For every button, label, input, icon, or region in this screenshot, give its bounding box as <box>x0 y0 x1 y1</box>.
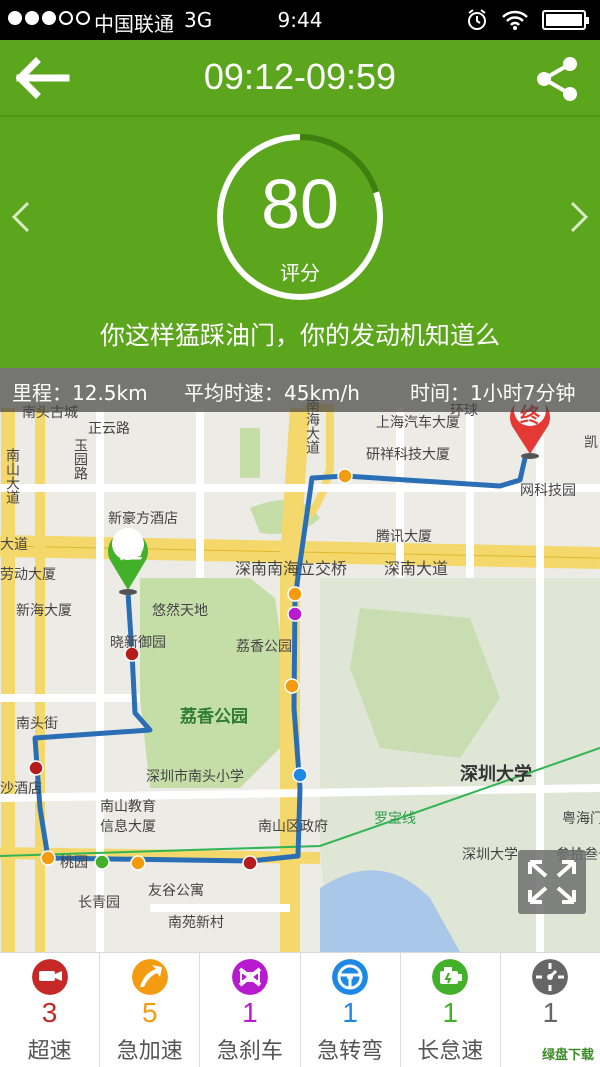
event-tabs: 3 超速 5 急加速 1 急刹车 1 急转弯 1 长怠速 1 绿盘下载 <box>0 952 600 1067</box>
hard-brake-count: 1 <box>242 997 258 1028</box>
map-label: 南山大道 <box>4 448 20 504</box>
trip-avg-speed: 平均时速：45km/h <box>184 381 360 405</box>
map-label: 悠然天地 <box>152 603 208 619</box>
tab-hard-brake[interactable]: 1 急刹车 <box>200 953 301 1067</box>
score-panel: 80 评分 你这样猛踩油门，你的发动机知道么 <box>0 117 600 368</box>
clock-icon <box>532 959 569 995</box>
hard-brake-label: 急刹车 <box>216 1039 283 1064</box>
map-label: 桃园 <box>60 855 88 871</box>
trip-time-range: 09:12-09:59 <box>203 56 397 97</box>
steering-wheel-icon <box>332 959 369 995</box>
map-label: 南山教育信息大厦 <box>100 799 156 835</box>
map-label: 研祥科技大厦 <box>366 447 450 463</box>
acceleration-count: 5 <box>141 997 158 1028</box>
chevron-right-icon[interactable] <box>564 197 594 237</box>
map-label: 玉园路 <box>72 438 88 480</box>
speeding-camera-icon <box>31 959 68 995</box>
map-base <box>0 394 600 952</box>
map-label: 沙酒店 <box>0 781 42 797</box>
wifi-icon <box>502 10 528 30</box>
hard-brake-icon <box>231 959 268 995</box>
sharp-turn-label: 急转弯 <box>317 1039 384 1064</box>
tab-speeding[interactable]: 3 超速 <box>0 953 101 1067</box>
engine-idle-icon <box>432 959 469 995</box>
map-label: 上海汽车大厦 <box>376 415 460 431</box>
map-label: 晓新御园 <box>110 635 166 651</box>
map-label: 南头街 <box>16 716 58 732</box>
duration-count: 1 <box>542 997 559 1028</box>
long-idle-label: 长怠速 <box>417 1039 484 1064</box>
score-value: 80 <box>261 165 339 243</box>
map-label: 深南南海立交桥 <box>235 559 348 578</box>
sharp-turn-count: 1 <box>342 997 358 1028</box>
status-bar: 中国联通 3G 9:44 <box>0 0 600 40</box>
map-label: 新海大厦 <box>16 603 72 619</box>
map-label: 荔香公园 <box>180 707 248 727</box>
chevron-left-icon[interactable] <box>6 197 36 237</box>
map-label: 深南大道 <box>384 559 449 578</box>
map-label: 友谷公寓 <box>148 883 204 899</box>
map-label: 荔香公园 <box>236 639 292 655</box>
trip-info-bar: 里程：12.5km 平均时速：45km/h 时间：1小时7分钟 <box>0 368 600 412</box>
map-label: 正云路 <box>88 421 130 437</box>
long-idle-count: 1 <box>442 997 459 1028</box>
tab-long-idle[interactable]: 1 长怠速 <box>401 953 501 1067</box>
speeding-count: 3 <box>41 997 58 1028</box>
map-label: 长青园 <box>78 895 120 911</box>
alarm-icon <box>468 9 486 30</box>
start-marker-label: 起 <box>120 539 143 564</box>
share-icon[interactable] <box>532 54 582 104</box>
tab-acceleration[interactable]: 5 急加速 <box>100 953 201 1067</box>
map-label: 南山区政府 <box>258 819 328 835</box>
fullscreen-icon[interactable] <box>518 850 586 914</box>
map-label: 深圳大学 <box>462 847 518 863</box>
acceleration-arrow-icon <box>131 959 168 995</box>
driving-comment: 你这样猛踩油门，你的发动机知道么 <box>99 321 500 350</box>
map-label: 深圳大学 <box>460 764 532 785</box>
map-label: 凯 <box>584 435 598 451</box>
map-label: 新豪方酒店 <box>108 511 178 527</box>
header: 09:12-09:59 <box>0 40 600 115</box>
trip-distance: 里程：12.5km <box>12 381 148 405</box>
map-label: 大道 <box>0 537 28 553</box>
map-label: 南苑新村 <box>168 915 224 931</box>
route-map[interactable]: 起 终 南头古城 正云路 玉园路 新豪方酒店 南山大道 大道 深南南海立交桥 深… <box>0 368 600 952</box>
map-label: 粤海门 <box>562 811 600 827</box>
map-label: 深圳市南头小学 <box>146 769 244 785</box>
speeding-label: 超速 <box>27 1039 72 1064</box>
acceleration-label: 急加速 <box>116 1039 183 1064</box>
map-label: 腾讯大厦 <box>376 529 432 545</box>
battery-icon <box>542 10 589 30</box>
watermark-logo: 绿盘下载 <box>542 1044 595 1063</box>
map-label: 劳动大厦 <box>0 567 56 583</box>
tab-duration[interactable]: 1 绿盘下载 <box>501 953 600 1067</box>
tab-sharp-turn[interactable]: 1 急转弯 <box>301 953 401 1067</box>
map-label: 网科技园 <box>520 483 576 499</box>
trip-duration: 时间：1小时7分钟 <box>410 381 576 405</box>
score-label: 评分 <box>280 261 320 285</box>
map-label: 罗宝线 <box>374 811 416 827</box>
